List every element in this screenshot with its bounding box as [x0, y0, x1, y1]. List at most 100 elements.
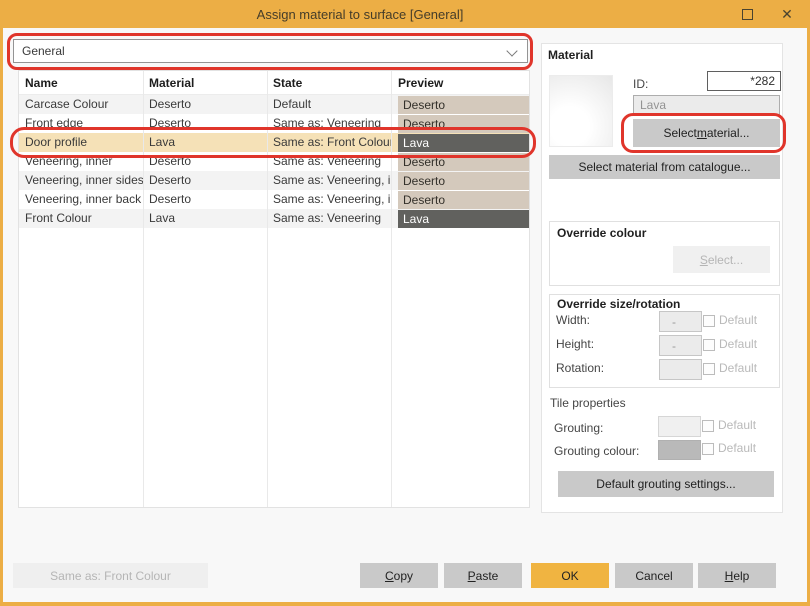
column-header-preview[interactable]: Preview	[391, 71, 529, 94]
override-size-title: Override size/rotation	[557, 297, 681, 311]
table-row[interactable]: Veneering, inner sides Deserto Same as: …	[19, 171, 529, 190]
column-header-name[interactable]: Name	[19, 71, 143, 94]
cell-state: Same as: Front Colour	[273, 135, 391, 149]
preview-swatch: Deserto	[398, 96, 529, 114]
height-field[interactable]: -	[659, 335, 702, 356]
table-row[interactable]: Carcase Colour Deserto Default Deserto	[19, 95, 529, 114]
button-mnemonic: m	[696, 126, 707, 140]
paste-button[interactable]: Paste	[444, 563, 522, 588]
maximize-button[interactable]	[730, 0, 764, 28]
cell-preview: Lava	[391, 133, 529, 152]
grouting-default-label: Default	[718, 418, 757, 432]
rotation-label: Rotation:	[556, 361, 605, 375]
grouting-colour-swatch[interactable]	[658, 440, 701, 460]
button-label: elect...	[707, 252, 744, 267]
dialog-title: Assign material to surface [General]	[256, 6, 464, 22]
rotation-default-label: Default	[719, 361, 758, 375]
height-label: Height:	[556, 337, 595, 351]
select-material-button[interactable]: Select m aterial...	[633, 119, 780, 147]
table-body: Carcase Colour Deserto Default Deserto F…	[19, 95, 529, 228]
cell-state: Same as: Veneering	[273, 116, 382, 130]
cell-state: Default	[273, 97, 312, 111]
override-colour-group: Override colour Select...	[549, 221, 780, 286]
grouting-colour-default-label: Default	[718, 441, 757, 455]
column-separator	[143, 71, 144, 507]
maximize-icon	[741, 8, 753, 20]
table-row[interactable]: Veneering, inner Deserto Same as: Veneer…	[19, 152, 529, 171]
height-default-label: Default	[719, 337, 758, 351]
button-mnemonic: H	[724, 568, 734, 583]
cell-state: Same as: Veneering, inne	[273, 192, 391, 206]
grouting-label: Grouting:	[554, 421, 604, 435]
height-default-checkbox[interactable]	[703, 339, 715, 351]
surface-table: Name Material State Preview Carcase Colo…	[18, 70, 530, 508]
rotation-field[interactable]	[659, 359, 702, 380]
width-default-label: Default	[719, 313, 758, 327]
column-header-material[interactable]: Material	[143, 71, 267, 94]
material-id-field[interactable]: *282	[707, 71, 781, 91]
cell-material: Deserto	[149, 154, 192, 168]
column-header-state[interactable]: State	[267, 71, 391, 94]
width-field[interactable]: -	[659, 311, 702, 332]
width-default-checkbox[interactable]	[703, 315, 715, 327]
table-row[interactable]: Front edge Deserto Same as: Veneering De…	[19, 114, 529, 133]
table-row-selected[interactable]: Door profile Lava Same as: Front Colour …	[19, 133, 529, 152]
material-name-field[interactable]: Lava	[633, 95, 780, 115]
preview-swatch: Deserto	[398, 115, 529, 133]
button-mnemonic: C	[384, 568, 394, 583]
preview-swatch: Lava	[398, 134, 529, 152]
cell-material: Lava	[149, 211, 176, 225]
button-label: elp	[733, 568, 750, 583]
help-button[interactable]: Help	[698, 563, 776, 588]
copy-button[interactable]: Copy	[360, 563, 438, 588]
table-row[interactable]: Veneering, inner back Deserto Same as: V…	[19, 190, 529, 209]
table-header: Name Material State Preview	[19, 71, 529, 95]
window-border-bottom	[0, 602, 810, 606]
grouting-field[interactable]	[658, 416, 701, 437]
state-info-button[interactable]: Same as: Front Colour	[13, 563, 208, 588]
cell-material: Deserto	[149, 173, 192, 187]
button-mnemonic: P	[467, 568, 476, 583]
button-label: Select	[663, 126, 697, 140]
material-panel-title: Material	[548, 48, 594, 62]
cell-name: Door profile	[25, 135, 88, 149]
cell-state: Same as: Veneering	[273, 154, 382, 168]
cell-material: Deserto	[149, 116, 192, 130]
cancel-button[interactable]: Cancel	[615, 563, 693, 588]
tile-properties-title: Tile properties	[550, 396, 626, 410]
close-button[interactable]: ✕	[770, 0, 804, 28]
grouting-colour-label: Grouting colour:	[554, 444, 640, 458]
override-colour-select-button[interactable]: Select...	[673, 246, 770, 273]
rotation-default-checkbox[interactable]	[703, 363, 715, 375]
cell-name: Veneering, inner back	[25, 192, 142, 206]
id-label: ID:	[633, 77, 649, 91]
cell-material: Deserto	[149, 192, 192, 206]
grouting-colour-default-checkbox[interactable]	[702, 443, 714, 455]
button-label: aterial...	[706, 126, 750, 140]
close-icon: ✕	[781, 6, 793, 22]
default-grouting-settings-button[interactable]: Default grouting settings...	[558, 471, 774, 497]
preview-swatch: Deserto	[398, 191, 529, 209]
preview-swatch: Deserto	[398, 153, 529, 171]
select-material-from-catalogue-button[interactable]: Select material from catalogue...	[549, 155, 780, 179]
cell-preview: Lava	[391, 209, 529, 228]
ok-button[interactable]: OK	[531, 563, 609, 588]
preview-swatch: Lava	[398, 210, 529, 228]
cell-preview: Deserto	[391, 95, 529, 114]
button-label: opy	[393, 568, 414, 583]
table-row[interactable]: Front Colour Lava Same as: Veneering Lav…	[19, 209, 529, 228]
cell-preview: Deserto	[391, 190, 529, 209]
window-border-left	[0, 28, 3, 606]
preview-swatch: Deserto	[398, 172, 529, 190]
cell-preview: Deserto	[391, 152, 529, 171]
surface-dropdown[interactable]: General	[13, 39, 528, 63]
grouting-default-checkbox[interactable]	[702, 420, 714, 432]
override-colour-title: Override colour	[557, 226, 647, 240]
material-preview-swatch	[549, 75, 613, 147]
cell-material: Deserto	[149, 97, 192, 111]
button-label: aste	[475, 568, 499, 583]
assign-material-dialog: Assign material to surface [General] ✕ G…	[0, 0, 810, 606]
cell-preview: Deserto	[391, 171, 529, 190]
button-mnemonic: S	[699, 252, 708, 267]
cell-preview: Deserto	[391, 114, 529, 133]
